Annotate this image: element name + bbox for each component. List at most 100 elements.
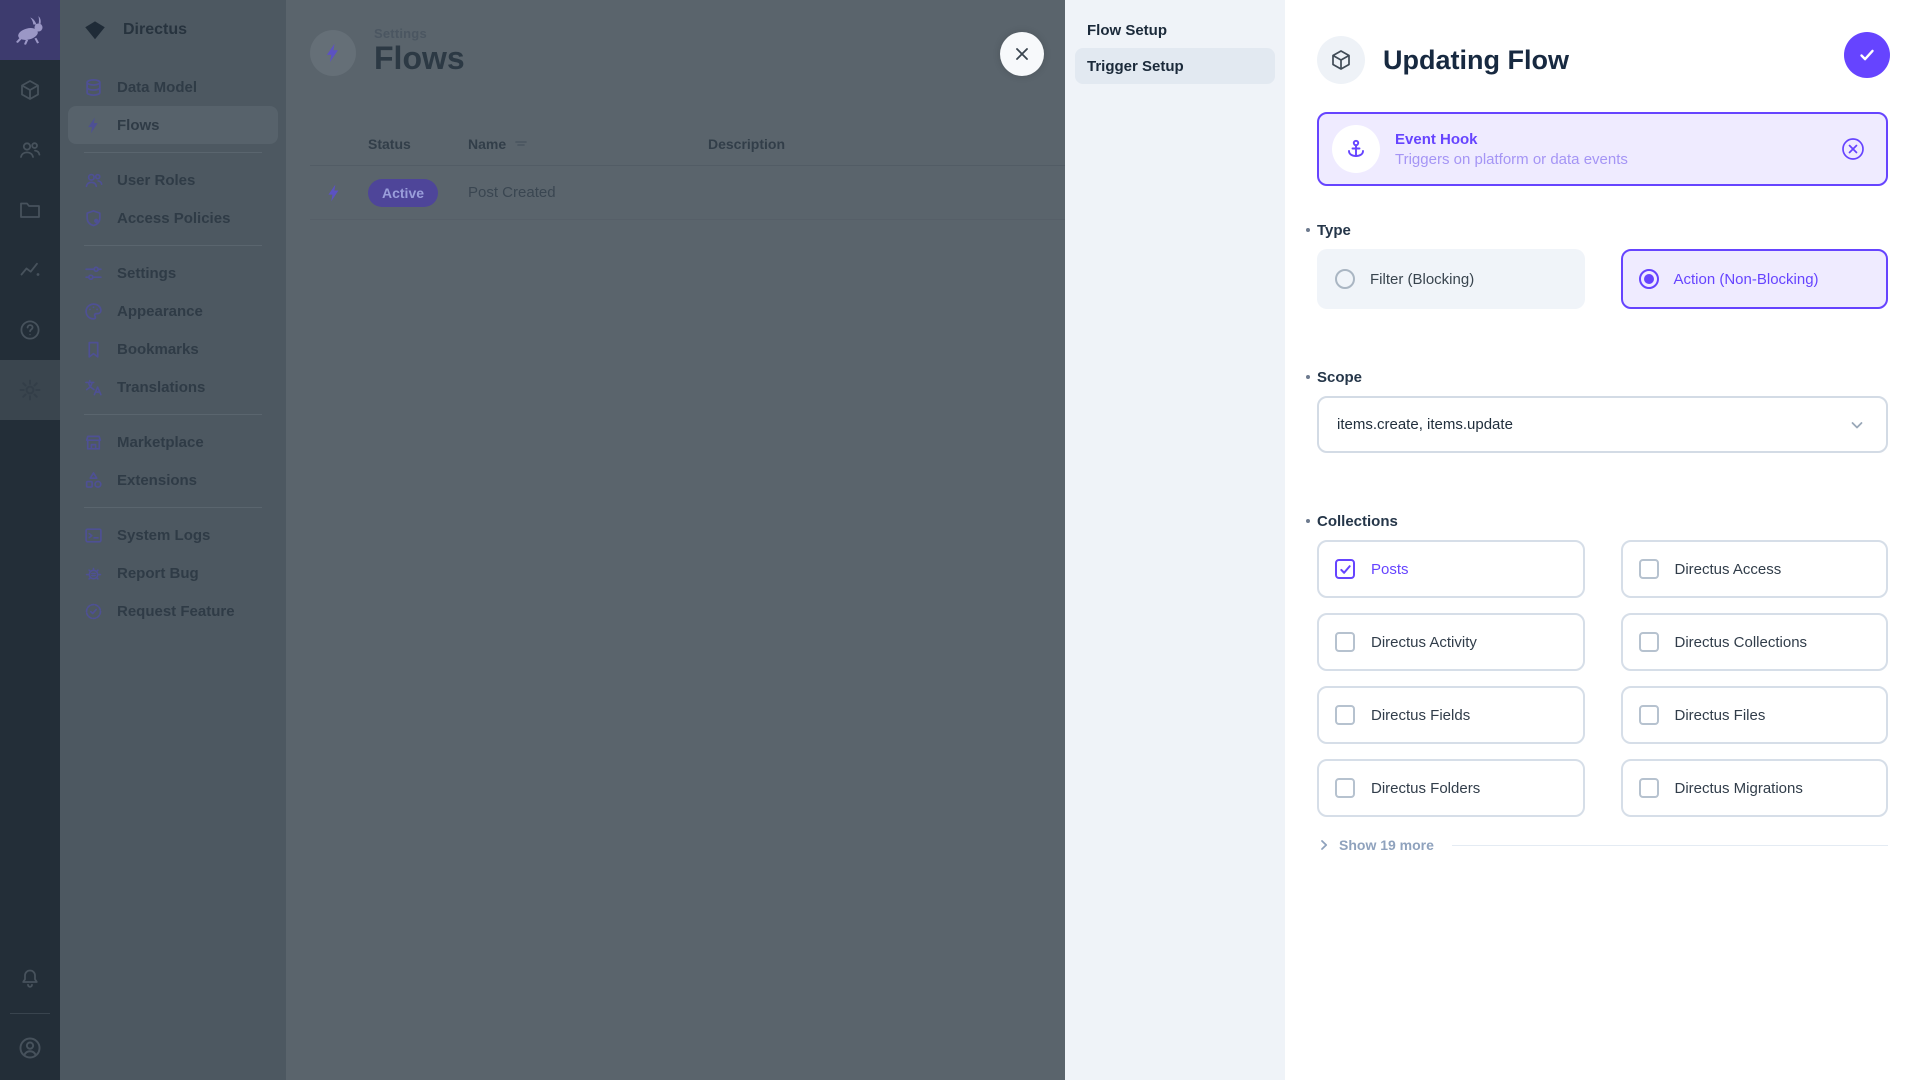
collections-section: Collections Posts Directus Access Direct… bbox=[1317, 513, 1888, 853]
nav-item-extensions[interactable]: Extensions bbox=[68, 461, 278, 499]
status-column-header[interactable]: Status bbox=[368, 136, 468, 152]
shield-icon bbox=[84, 209, 103, 228]
checkbox-directus-access[interactable]: Directus Access bbox=[1621, 540, 1889, 598]
notifications-button[interactable] bbox=[0, 949, 60, 1009]
nav-item-settings[interactable]: Settings bbox=[68, 254, 278, 292]
module-bar-divider bbox=[10, 1013, 50, 1014]
nav-item-appearance[interactable]: Appearance bbox=[68, 292, 278, 330]
module-help-button[interactable] bbox=[0, 300, 60, 360]
nav-item-label: Report Bug bbox=[117, 565, 199, 582]
project-name: Directus bbox=[123, 21, 187, 39]
show-more-button[interactable]: Show 19 more bbox=[1317, 837, 1888, 853]
radio-filter-blocking[interactable]: Filter (Blocking) bbox=[1317, 249, 1585, 309]
checkbox-directus-collections[interactable]: Directus Collections bbox=[1621, 613, 1889, 671]
nav-item-access-policies[interactable]: Access Policies bbox=[68, 199, 278, 237]
flows-header-icon-circle[interactable] bbox=[310, 30, 356, 76]
module-insights-button[interactable] bbox=[0, 240, 60, 300]
nav-item-report-bug[interactable]: Report Bug bbox=[68, 554, 278, 592]
insights-chart-icon bbox=[18, 258, 42, 282]
seal-check-icon bbox=[84, 602, 103, 621]
account-button[interactable] bbox=[0, 1018, 60, 1078]
storefront-icon bbox=[84, 433, 103, 452]
checkbox-directus-activity[interactable]: Directus Activity bbox=[1317, 613, 1585, 671]
nav-divider bbox=[84, 414, 262, 415]
checkbox-label: Directus Folders bbox=[1371, 780, 1480, 797]
checkbox-directus-fields[interactable]: Directus Fields bbox=[1317, 686, 1585, 744]
save-button[interactable] bbox=[1844, 32, 1890, 78]
module-content-button[interactable] bbox=[0, 60, 60, 120]
event-hook-banner[interactable]: Event Hook Triggers on platform or data … bbox=[1317, 112, 1888, 186]
nav-item-label: Access Policies bbox=[117, 210, 230, 227]
check-icon bbox=[1857, 45, 1877, 65]
radio-action-non-blocking[interactable]: Action (Non-Blocking) bbox=[1621, 249, 1889, 309]
type-options: Filter (Blocking) Action (Non-Blocking) bbox=[1317, 249, 1888, 309]
bolt-icon bbox=[322, 42, 344, 64]
nav-item-label: Request Feature bbox=[117, 603, 235, 620]
module-bar bbox=[0, 0, 60, 1080]
nav-item-label: Appearance bbox=[117, 303, 203, 320]
user-roles-icon bbox=[84, 171, 103, 190]
nav-item-label: System Logs bbox=[117, 527, 210, 544]
nav-item-flows[interactable]: Flows bbox=[68, 106, 278, 144]
nav-item-system-logs[interactable]: System Logs bbox=[68, 516, 278, 554]
drawer-nav-flow-setup[interactable]: Flow Setup bbox=[1075, 12, 1275, 48]
content-box-icon bbox=[18, 78, 42, 102]
checkbox-checked-icon bbox=[1335, 559, 1355, 579]
drawer-nav-trigger-setup[interactable]: Trigger Setup bbox=[1075, 48, 1275, 84]
drawer-panel: Updating Flow Event Hook Triggers on pla… bbox=[1285, 0, 1920, 1080]
radio-selected-icon bbox=[1639, 269, 1659, 289]
directus-rabbit-logo-icon bbox=[13, 15, 47, 45]
checkbox-label: Directus Migrations bbox=[1675, 780, 1803, 797]
sort-icon[interactable] bbox=[514, 138, 528, 150]
name-column-header[interactable]: Name bbox=[468, 136, 708, 152]
module-settings-button[interactable] bbox=[0, 360, 60, 420]
nav-item-marketplace[interactable]: Marketplace bbox=[68, 423, 278, 461]
checkbox-icon bbox=[1639, 705, 1659, 725]
nav-item-translations[interactable]: Translations bbox=[68, 368, 278, 406]
directus-logo-tile[interactable] bbox=[0, 0, 60, 60]
radio-label: Filter (Blocking) bbox=[1370, 271, 1474, 288]
users-icon bbox=[18, 138, 42, 162]
nav-item-label: Bookmarks bbox=[117, 341, 199, 358]
nav-item-request-feature[interactable]: Request Feature bbox=[68, 592, 278, 630]
translate-icon bbox=[84, 378, 103, 397]
page-title: Flows bbox=[374, 42, 465, 76]
nav-item-user-roles[interactable]: User Roles bbox=[68, 161, 278, 199]
nav-item-label: Marketplace bbox=[117, 434, 204, 451]
project-header[interactable]: Directus bbox=[60, 0, 286, 60]
folder-icon bbox=[18, 198, 42, 222]
show-more-divider bbox=[1452, 845, 1888, 846]
module-files-button[interactable] bbox=[0, 180, 60, 240]
type-section: Type Filter (Blocking) Action (Non-Block… bbox=[1317, 222, 1888, 309]
nav-item-label: Settings bbox=[117, 265, 176, 282]
table-row[interactable]: Active Post Created bbox=[310, 166, 1065, 220]
checkbox-label: Directus Fields bbox=[1371, 707, 1470, 724]
checkbox-posts[interactable]: Posts bbox=[1317, 540, 1585, 598]
tune-sliders-icon bbox=[84, 264, 103, 283]
description-column-header[interactable]: Description bbox=[708, 136, 1065, 152]
row-bolt-icon bbox=[310, 183, 368, 203]
scope-select[interactable]: items.create, items.update bbox=[1317, 396, 1888, 453]
database-icon bbox=[84, 78, 103, 97]
remove-trigger-icon[interactable] bbox=[1840, 136, 1866, 162]
status-badge: Active bbox=[368, 179, 438, 207]
bell-icon bbox=[18, 967, 42, 991]
checkbox-label: Directus Collections bbox=[1675, 634, 1808, 651]
type-label-text: Type bbox=[1317, 222, 1351, 239]
module-users-button[interactable] bbox=[0, 120, 60, 180]
drawer-close-button[interactable] bbox=[1000, 32, 1044, 76]
checkbox-directus-folders[interactable]: Directus Folders bbox=[1317, 759, 1585, 817]
checkbox-directus-migrations[interactable]: Directus Migrations bbox=[1621, 759, 1889, 817]
anchor-icon bbox=[1344, 137, 1368, 161]
nav-list: Data Model Flows User Roles bbox=[60, 60, 286, 630]
edited-dot bbox=[1306, 519, 1310, 523]
drawer-title: Updating Flow bbox=[1383, 45, 1569, 76]
checkbox-directus-files[interactable]: Directus Files bbox=[1621, 686, 1889, 744]
banner-subtitle: Triggers on platform or data events bbox=[1395, 151, 1825, 168]
nav-item-label: Flows bbox=[117, 117, 160, 134]
nav-item-data-model[interactable]: Data Model bbox=[68, 68, 278, 106]
flows-page: Settings Flows Status Name Description bbox=[286, 0, 1065, 1080]
nav-item-bookmarks[interactable]: Bookmarks bbox=[68, 330, 278, 368]
edited-dot bbox=[1306, 375, 1310, 379]
breadcrumb[interactable]: Settings bbox=[374, 26, 465, 41]
